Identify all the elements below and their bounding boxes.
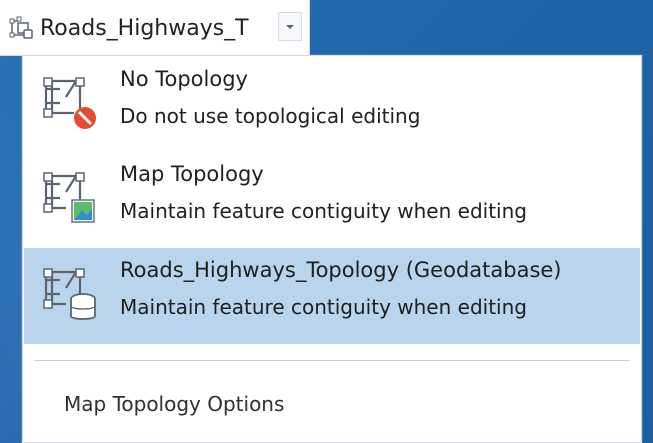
topology-menu: No Topology Do not use topological editi… [22,55,642,443]
menu-item-description: Maintain feature contiguity when editing [120,199,527,223]
menu-item-title: Map Topology [120,162,264,186]
menu-item-title: No Topology [120,67,248,91]
menu-item-description: Maintain feature contiguity when editing [120,295,527,319]
menu-item-description: Do not use topological editing [120,104,421,128]
menu-item-title: Roads_Highways_Topology (Geodatabase) [120,258,562,282]
chevron-down-icon [286,25,294,29]
map-topology-icon [36,164,102,230]
topology-selector[interactable]: Roads_Highways_T [0,0,310,56]
topology-selector-value: Roads_Highways_T [40,17,249,41]
no-topology-icon [36,69,102,135]
topology-dropdown-button[interactable] [278,12,302,41]
menu-item-map-topology[interactable]: Map Topology Maintain feature contiguity… [24,152,640,248]
menu-item-geodatabase-topology[interactable]: Roads_Highways_Topology (Geodatabase) Ma… [24,248,640,344]
map-topology-options-button[interactable]: Map Topology Options [64,390,284,418]
topology-selector-icon [8,15,36,43]
menu-item-no-topology[interactable]: No Topology Do not use topological editi… [24,57,640,153]
menu-separator [35,360,629,361]
geodatabase-topology-icon [36,260,102,326]
